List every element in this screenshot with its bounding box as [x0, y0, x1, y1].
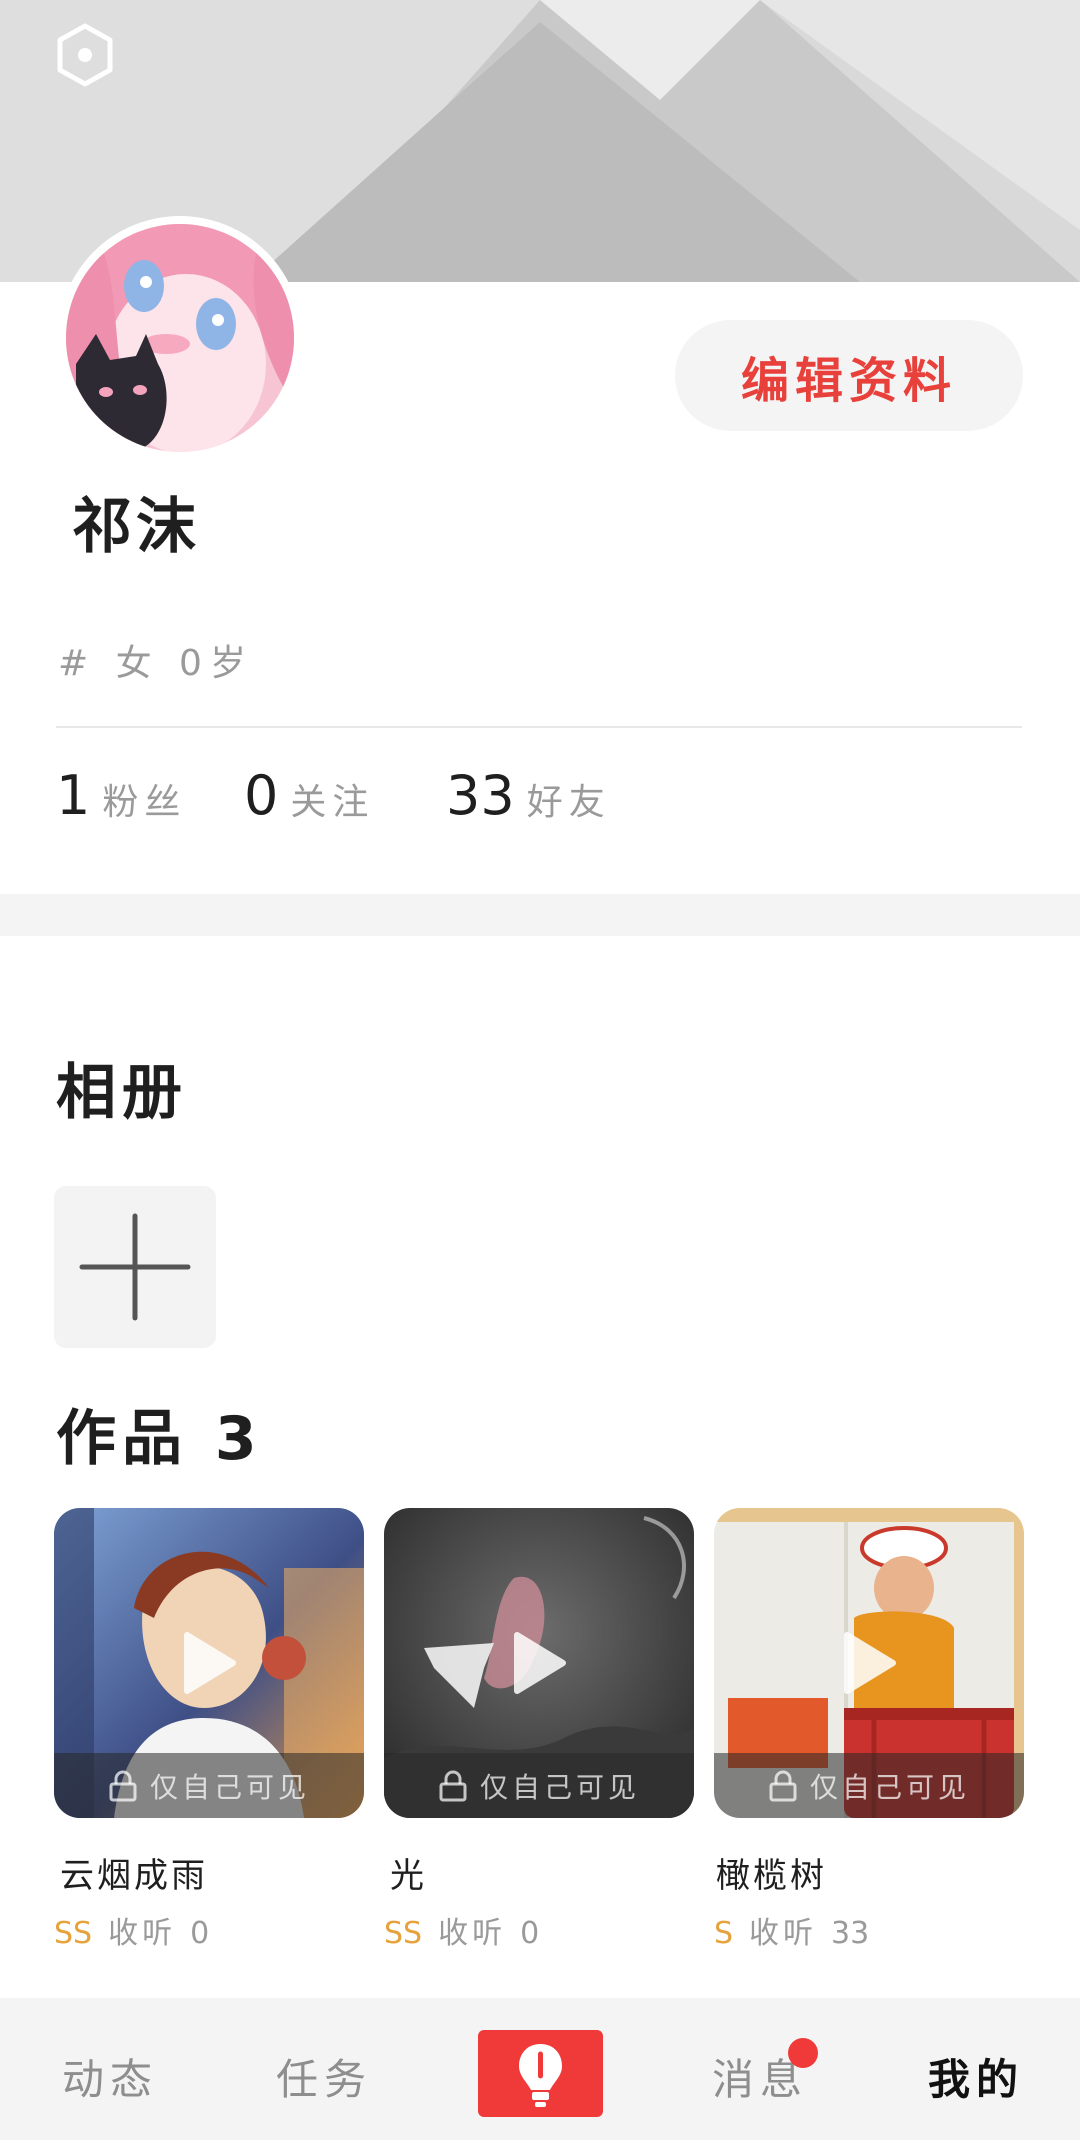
work-card-2[interactable]: 仅自己可见	[384, 1508, 694, 1818]
work-3-title[interactable]: 橄榄树	[716, 1848, 827, 1897]
plus-icon	[79, 1213, 191, 1321]
avatar-illustration	[66, 224, 294, 452]
bulb-icon	[519, 2044, 562, 2107]
work-3-grade: S	[714, 1916, 734, 1951]
play-icon	[184, 1632, 236, 1694]
lock-icon	[109, 1770, 137, 1801]
work-3-meta: S 收听 33	[714, 1908, 869, 1952]
private-indicator: 仅自己可见	[54, 1753, 364, 1818]
work-2-meta: SS 收听 0	[384, 1908, 539, 1952]
work-2-title[interactable]: 光	[390, 1848, 427, 1897]
profile-divider	[56, 726, 1022, 728]
work-3-listen-label: 收听	[749, 1916, 818, 1951]
section-separator	[0, 894, 1080, 936]
private-indicator: 仅自己可见	[714, 1753, 1024, 1818]
private-label: 仅自己可见	[479, 1770, 640, 1804]
profile-tags: # 女 0岁	[58, 643, 254, 684]
tab-tasks[interactable]: 任务	[276, 2046, 372, 2107]
add-photo-button[interactable]	[54, 1186, 216, 1348]
lock-icon	[769, 1770, 797, 1801]
play-icon	[514, 1632, 566, 1694]
play-icon	[844, 1632, 896, 1694]
work-1-grade: SS	[54, 1916, 93, 1951]
stat-fans-label: 粉丝	[102, 782, 187, 823]
stat-fans[interactable]: 1 粉丝	[56, 764, 186, 827]
private-label: 仅自己可见	[149, 1770, 310, 1804]
stat-fans-count: 1	[56, 764, 91, 827]
work-1-meta: SS 收听 0	[54, 1908, 209, 1952]
album-title: 相册	[56, 1058, 188, 1128]
work-3-listen-count: 33	[831, 1916, 870, 1951]
work-card-3[interactable]: 仅自己可见	[714, 1508, 1024, 1818]
private-indicator: 仅自己可见	[384, 1753, 694, 1818]
settings-button[interactable]	[54, 22, 116, 88]
stat-friends-count: 33	[446, 764, 515, 827]
center-create-button[interactable]	[478, 2030, 603, 2117]
stat-following[interactable]: 0 关注	[244, 764, 374, 827]
stat-following-label: 关注	[290, 782, 375, 823]
work-1-listen-count: 0	[190, 1916, 210, 1951]
works-title: 作品 3	[56, 1404, 263, 1474]
messages-badge-dot	[788, 2038, 818, 2068]
work-1-title[interactable]: 云烟成雨	[60, 1848, 208, 1897]
settings-hexagon-icon	[57, 23, 113, 87]
edit-profile-button[interactable]: 编辑资料	[675, 320, 1023, 431]
stat-friends[interactable]: 33 好友	[446, 764, 611, 827]
work-1-listen-label: 收听	[108, 1916, 177, 1951]
lock-icon	[439, 1770, 467, 1801]
work-2-listen-count: 0	[520, 1916, 540, 1951]
tab-mine[interactable]: 我的	[928, 2046, 1024, 2107]
private-label: 仅自己可见	[809, 1770, 970, 1804]
work-2-grade: SS	[384, 1916, 423, 1951]
stat-friends-label: 好友	[526, 782, 611, 823]
work-2-listen-label: 收听	[438, 1916, 507, 1951]
work-card-1[interactable]: 仅自己可见	[54, 1508, 364, 1818]
username: 祁沫	[72, 492, 200, 562]
stat-following-count: 0	[244, 764, 279, 827]
bottom-tab-bar: 动态 任务 消息 我的	[0, 1998, 1080, 2140]
tab-feed[interactable]: 动态	[62, 2046, 158, 2107]
avatar[interactable]	[66, 224, 294, 452]
